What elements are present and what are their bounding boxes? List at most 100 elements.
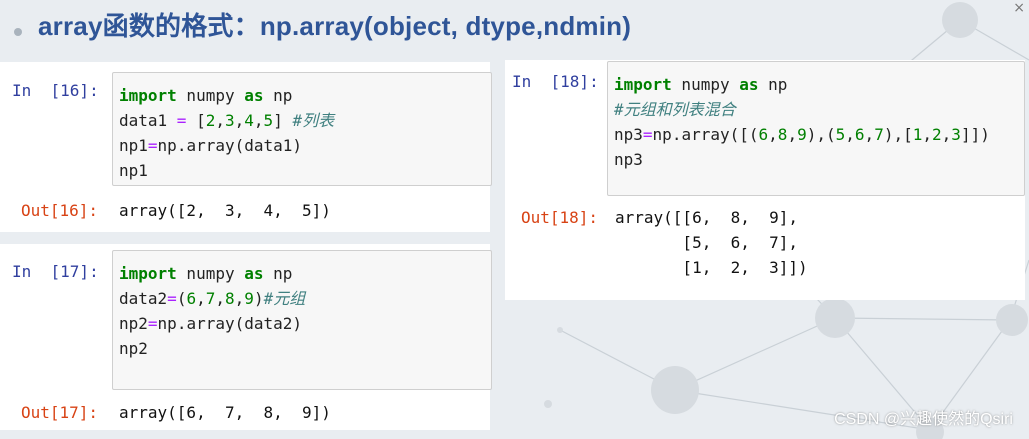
code-token: np.array(data1) (157, 136, 303, 155)
code-line: #元组和列表混合 (614, 97, 1024, 122)
code-line: np2 (119, 336, 491, 361)
code-token: 8 (225, 289, 235, 308)
code-lines: import numpy as np #元组和列表混合 np3=np.array([… (614, 72, 1024, 172)
output-16: array([2, 3, 4, 5]) (119, 198, 331, 223)
in-prompt-17: In [17]: (12, 262, 99, 281)
code-token: , (253, 111, 264, 130)
code-token: np.array(data2) (157, 314, 303, 333)
code-token: data1 (119, 111, 177, 130)
code-token: 6 (758, 125, 769, 144)
code-line: np2=np.array(data2) (119, 311, 491, 336)
code-token: ),( (806, 125, 836, 144)
output-line: array([[6, 8, 9], (615, 208, 799, 227)
code-line: import numpy as np (119, 83, 491, 108)
code-token: [ (186, 111, 206, 130)
code-token: 5 (263, 111, 274, 130)
code-token: , (234, 289, 245, 308)
code-token: ( (176, 289, 187, 308)
code-token: 5 (835, 125, 846, 144)
code-token: np2 (119, 314, 148, 333)
code-lines: import numpy as np data1 = [2,3,4,5] #列表 n… (119, 83, 491, 183)
code-token: 1 (912, 125, 923, 144)
code-line: import numpy as np (119, 261, 491, 286)
out-prompt-16: Out[16]: (21, 201, 99, 220)
code-token: 9 (797, 125, 807, 144)
output-17: array([6, 7, 8, 9]) (119, 400, 331, 425)
code-token: , (215, 111, 225, 130)
code-token: , (768, 125, 778, 144)
code-token: numpy (671, 75, 740, 94)
output-18: array([[6, 8, 9], [5, 6, 7], [1, 2, 3]]) (615, 205, 808, 280)
out-prompt-17: Out[17]: (21, 403, 99, 422)
code-token: 3 (224, 111, 235, 130)
code-line: np3 (614, 147, 1024, 172)
code-line: data2=(6,7,8,9)#元组 (119, 286, 491, 311)
output-line: [1, 2, 3]]) (615, 258, 808, 277)
code-token: = (147, 136, 158, 155)
code-token: 7 (205, 289, 216, 308)
code-token: , (864, 125, 875, 144)
code-token: 8 (777, 125, 788, 144)
code-token: ) (253, 289, 264, 308)
code-token: #元组和列表混合 (614, 100, 736, 119)
output-line: [5, 6, 7], (615, 233, 799, 252)
code-line: np1 (119, 158, 491, 183)
code-token: , (196, 289, 206, 308)
code-token: 4 (244, 111, 254, 130)
out-prompt-18: Out[18]: (521, 208, 599, 227)
code-token: as (739, 75, 759, 94)
code-token: 7 (874, 125, 884, 144)
code-token: #元组 (263, 289, 306, 308)
output-line: array([6, 7, 8, 9]) (119, 403, 331, 422)
code-token: import (119, 264, 177, 283)
code-token: import (614, 75, 672, 94)
code-token: , (787, 125, 798, 144)
in-prompt-16: In [16]: (12, 81, 99, 100)
code-line: data1 = [2,3,4,5] #列表 (119, 108, 491, 133)
code-token: , (845, 125, 855, 144)
code-token: = (176, 111, 187, 130)
code-token: = (642, 125, 653, 144)
code-token: 6 (186, 289, 197, 308)
watermark: CSDN @兴趣使然的Qsiri (834, 411, 1013, 428)
code-token: 2 (932, 125, 942, 144)
code-token: np (758, 75, 788, 94)
code-token: as (244, 264, 264, 283)
code-token: np (263, 86, 293, 105)
code-token: numpy (176, 264, 245, 283)
code-token: ] (273, 111, 293, 130)
close-icon[interactable]: × (1013, 0, 1025, 16)
code-token: 6 (854, 125, 865, 144)
code-token: np1 (119, 136, 148, 155)
page-title: array函数的格式：np.array(object, dtype,ndmin) (38, 11, 632, 41)
code-token: np3 (614, 125, 643, 144)
code-token: np (263, 264, 293, 283)
code-input-18[interactable]: import numpy as np #元组和列表混合 np3=np.array([… (607, 61, 1025, 196)
code-token: ]]) (960, 125, 990, 144)
code-lines: import numpy as np data2=(6,7,8,9)#元组 np2=… (119, 261, 491, 361)
code-token: , (941, 125, 952, 144)
code-token: data2 (119, 289, 168, 308)
code-token: as (244, 86, 264, 105)
code-token: , (215, 289, 226, 308)
output-line: array([2, 3, 4, 5]) (119, 201, 331, 220)
code-token: = (167, 289, 177, 308)
code-token: np2 (119, 339, 148, 358)
code-token: np1 (119, 161, 148, 180)
code-token: , (234, 111, 245, 130)
code-token: ),[ (883, 125, 913, 144)
code-token: , (922, 125, 933, 144)
code-line: np1=np.array(data1) (119, 133, 491, 158)
code-input-16[interactable]: import numpy as np data1 = [2,3,4,5] #列表 n… (112, 72, 492, 186)
code-token: 9 (244, 289, 254, 308)
code-token: import (119, 86, 177, 105)
code-line: np3=np.array([(6,8,9),(5,6,7),[1,2,3]]) (614, 122, 1024, 147)
code-input-17[interactable]: import numpy as np data2=(6,7,8,9)#元组 np2=… (112, 250, 492, 390)
code-token: #列表 (292, 111, 335, 130)
in-prompt-18: In [18]: (512, 72, 599, 91)
code-line: import numpy as np (614, 72, 1024, 97)
code-token: 3 (951, 125, 961, 144)
code-token: 2 (205, 111, 216, 130)
title-bullet (14, 28, 22, 36)
code-token: np.array([( (652, 125, 759, 144)
